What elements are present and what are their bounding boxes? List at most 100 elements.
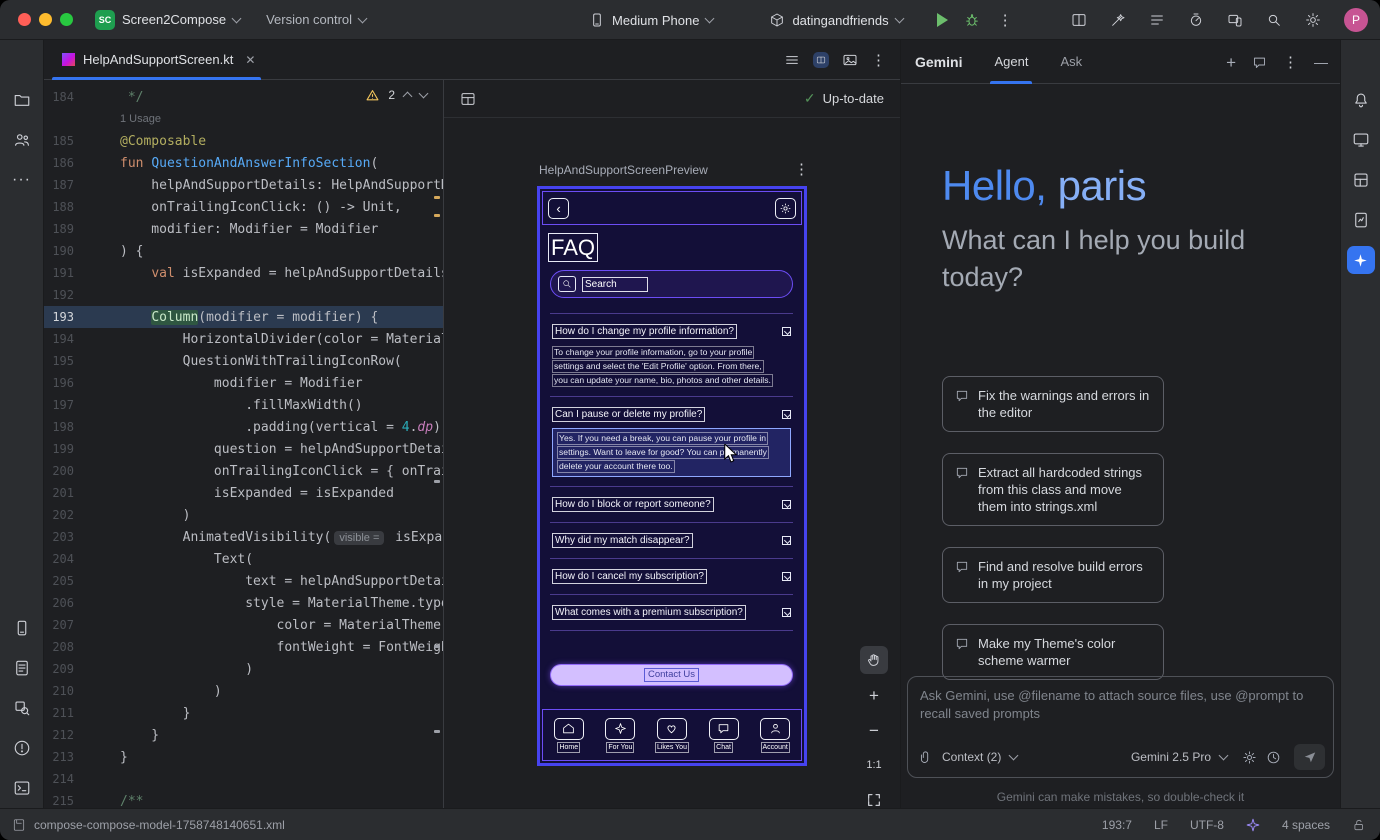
code-line[interactable]: 189 modifier: Modifier = Modifier xyxy=(44,218,443,240)
code-inlay-hint[interactable]: 1 Usage xyxy=(44,108,443,130)
editor-options-kebab[interactable]: ⋮ xyxy=(871,53,886,68)
chat-history-icon[interactable] xyxy=(1252,55,1267,70)
code-line[interactable]: 209 ) xyxy=(44,658,443,680)
faq-item[interactable]: How do I cancel my subscription? xyxy=(550,558,793,594)
code-line[interactable]: 205 text = helpAndSupportDetails xyxy=(44,570,443,592)
device-selector[interactable]: Medium Phone xyxy=(583,8,719,32)
faq-item[interactable]: How do I block or report someone? xyxy=(550,486,793,522)
tab-ask[interactable]: Ask xyxy=(1056,40,1086,84)
contact-us-button[interactable]: Contact Us xyxy=(550,664,793,686)
encoding[interactable]: UTF-8 xyxy=(1190,818,1224,832)
project-widget[interactable]: SC Screen2Compose xyxy=(89,6,246,34)
pull-requests-icon[interactable] xyxy=(12,130,32,150)
code-line[interactable]: 200 onTrailingIconClick = { onTrailin xyxy=(44,460,443,482)
faq-item[interactable]: Can I pause or delete my profile? Yes. I… xyxy=(550,396,793,486)
code-view-icon[interactable] xyxy=(784,52,800,68)
close-window-button[interactable] xyxy=(18,13,31,26)
usages-hint[interactable]: 1 Usage xyxy=(120,113,161,125)
code-line[interactable]: 211 } xyxy=(44,702,443,724)
status-file[interactable]: compose-compose-model-1758748140651.xml xyxy=(12,809,285,840)
suggestion-card[interactable]: Fix the warnings and errors in the edito… xyxy=(942,376,1164,432)
inspection-widget[interactable]: 2 xyxy=(366,88,427,102)
tool-columns-icon[interactable] xyxy=(1071,12,1087,28)
code-line[interactable]: 208 fontWeight = FontWeight xyxy=(44,636,443,658)
attach-icon[interactable] xyxy=(918,750,933,765)
prev-warning-icon[interactable] xyxy=(403,92,413,102)
nav-item-for-you[interactable]: For You xyxy=(595,710,647,760)
pan-hand-icon[interactable] xyxy=(860,646,888,674)
minimize-panel-icon[interactable]: — xyxy=(1314,55,1328,69)
stripe-mark[interactable] xyxy=(434,730,440,733)
problems-icon[interactable] xyxy=(12,738,32,758)
zoom-ratio-button[interactable]: 1:1 xyxy=(860,751,888,779)
terminal-icon[interactable] xyxy=(12,778,32,798)
vcs-widget[interactable]: Version control xyxy=(260,8,372,31)
code-line[interactable]: 214 xyxy=(44,768,443,790)
todo-list-icon[interactable] xyxy=(1149,12,1165,28)
stripe-mark[interactable] xyxy=(434,480,440,483)
user-avatar[interactable]: P xyxy=(1344,8,1368,32)
expand-icon[interactable] xyxy=(782,536,791,545)
code-line[interactable]: 185@Composable xyxy=(44,130,443,152)
code-line[interactable]: 193 Column(modifier = modifier) { xyxy=(44,306,443,328)
preview-grid-icon[interactable] xyxy=(460,91,476,107)
settings-gear-icon[interactable] xyxy=(1305,12,1321,28)
code-line[interactable]: 203 AnimatedVisibility(visible = isExpan… xyxy=(44,526,443,548)
code-line[interactable]: 187 helpAndSupportDetails: HelpAndSuppor… xyxy=(44,174,443,196)
history-icon[interactable] xyxy=(1266,750,1281,765)
settings-button[interactable] xyxy=(775,198,796,219)
model-selector[interactable]: Gemini 2.5 Pro xyxy=(1131,750,1211,764)
nav-item-account[interactable]: Account xyxy=(749,710,801,760)
more-tool-windows-icon[interactable]: ··· xyxy=(12,170,32,190)
running-devices-icon[interactable] xyxy=(12,618,32,638)
caret-position[interactable]: 193:7 xyxy=(1102,818,1132,832)
new-chat-icon[interactable]: + xyxy=(1226,54,1236,71)
code-line[interactable]: 188 onTrailingIconClick: () -> Unit, xyxy=(44,196,443,218)
warning-stripe-mark[interactable] xyxy=(434,214,440,217)
layout-inspector-icon[interactable] xyxy=(1351,170,1371,190)
zoom-to-fit-icon[interactable] xyxy=(860,786,888,808)
close-tab-icon[interactable]: ✕ xyxy=(245,53,255,67)
expand-icon[interactable] xyxy=(782,327,791,336)
code-line[interactable]: 191 val isExpanded = helpAndSupportDetai… xyxy=(44,262,443,284)
code-line[interactable]: 194 HorizontalDivider(color = MaterialTh… xyxy=(44,328,443,350)
code-line[interactable]: 186fun QuestionAndAnswerInfoSection( xyxy=(44,152,443,174)
code-line[interactable]: 192 xyxy=(44,284,443,306)
code-line[interactable]: 212 } xyxy=(44,724,443,746)
zoom-window-button[interactable] xyxy=(60,13,73,26)
code-line[interactable]: 202 ) xyxy=(44,504,443,526)
phone-preview[interactable]: ‹ FAQ Search How do I change my profile … xyxy=(537,186,807,766)
lock-icon[interactable] xyxy=(1352,818,1366,832)
search-field[interactable]: Search xyxy=(550,270,793,298)
code-line[interactable]: 204 Text( xyxy=(44,548,443,570)
gemini-rail-button[interactable] xyxy=(1347,246,1375,274)
code-line[interactable]: 215/** xyxy=(44,790,443,808)
code-line[interactable]: 190) { xyxy=(44,240,443,262)
code-line[interactable]: 195 QuestionWithTrailingIconRow( xyxy=(44,350,443,372)
code-line[interactable]: 207 color = MaterialTheme. xyxy=(44,614,443,636)
back-button[interactable]: ‹ xyxy=(548,198,569,219)
split-view-icon[interactable] xyxy=(813,52,829,68)
zoom-in-button[interactable]: + xyxy=(860,681,888,709)
code-line[interactable]: 199 question = helpAndSupportDetails xyxy=(44,438,443,460)
run-more-options[interactable]: ⋮ xyxy=(998,13,1013,28)
search-icon[interactable] xyxy=(1266,12,1282,28)
faq-item[interactable]: How do I change my profile information? … xyxy=(550,313,793,396)
nav-item-home[interactable]: Home xyxy=(543,710,595,760)
warning-stripe-mark[interactable] xyxy=(434,196,440,199)
suggestion-card[interactable]: Make my Theme's color scheme warmer xyxy=(942,624,1164,680)
expand-icon[interactable] xyxy=(782,410,791,419)
next-warning-icon[interactable] xyxy=(419,88,429,98)
zoom-out-button[interactable]: − xyxy=(860,716,888,744)
profiler-icon[interactable] xyxy=(1188,12,1204,28)
faq-item[interactable]: What comes with a premium subscription? xyxy=(550,594,793,630)
gemini-prompt-input[interactable]: Ask Gemini, use @filename to attach sour… xyxy=(907,676,1334,778)
code-editor[interactable]: 184 */1 Usage185@Composable186fun Questi… xyxy=(44,80,443,808)
preview-options-kebab[interactable]: ⋮ xyxy=(794,162,809,177)
debug-button[interactable] xyxy=(964,12,980,28)
ai-actions-icon[interactable] xyxy=(1110,12,1126,28)
code-line[interactable]: 206 style = MaterialTheme.typogr xyxy=(44,592,443,614)
code-line[interactable]: 198 .padding(vertical = 4.dp), xyxy=(44,416,443,438)
app-inspection-icon[interactable] xyxy=(12,698,32,718)
suggestion-card[interactable]: Find and resolve build errors in my proj… xyxy=(942,547,1164,603)
